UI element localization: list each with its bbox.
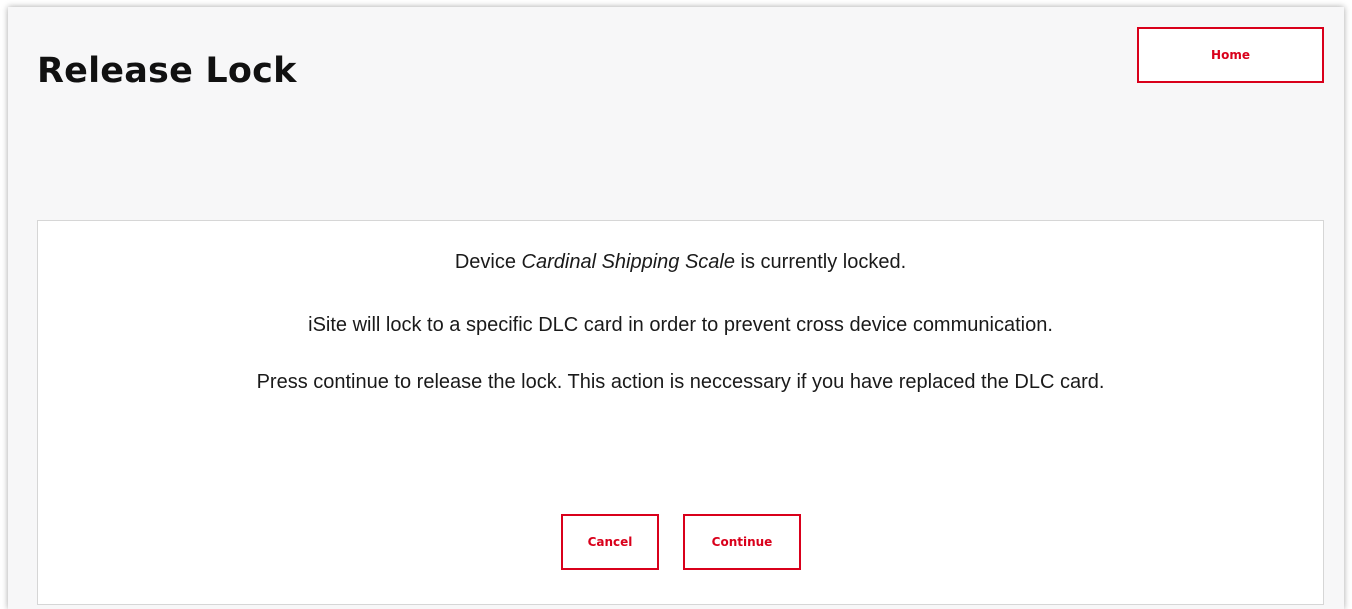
lock-status-message: Device Cardinal Shipping Scale is curren… bbox=[38, 251, 1323, 274]
app-window: Release Lock Home Device Cardinal Shippi… bbox=[8, 7, 1344, 609]
release-instruction-message: Press continue to release the lock. This… bbox=[256, 371, 1105, 393]
lock-explanation-message: iSite will lock to a specific DLC card i… bbox=[308, 314, 1053, 336]
home-button[interactable]: Home bbox=[1137, 27, 1324, 83]
lock-status-suffix: is currently locked. bbox=[735, 251, 907, 273]
release-lock-card: Device Cardinal Shipping Scale is curren… bbox=[37, 220, 1324, 605]
device-name: Cardinal Shipping Scale bbox=[521, 251, 735, 273]
page-title: Release Lock bbox=[37, 51, 297, 91]
lock-status-prefix: Device bbox=[454, 251, 522, 273]
continue-button[interactable]: Continue bbox=[683, 514, 801, 570]
cancel-button[interactable]: Cancel bbox=[561, 514, 659, 570]
